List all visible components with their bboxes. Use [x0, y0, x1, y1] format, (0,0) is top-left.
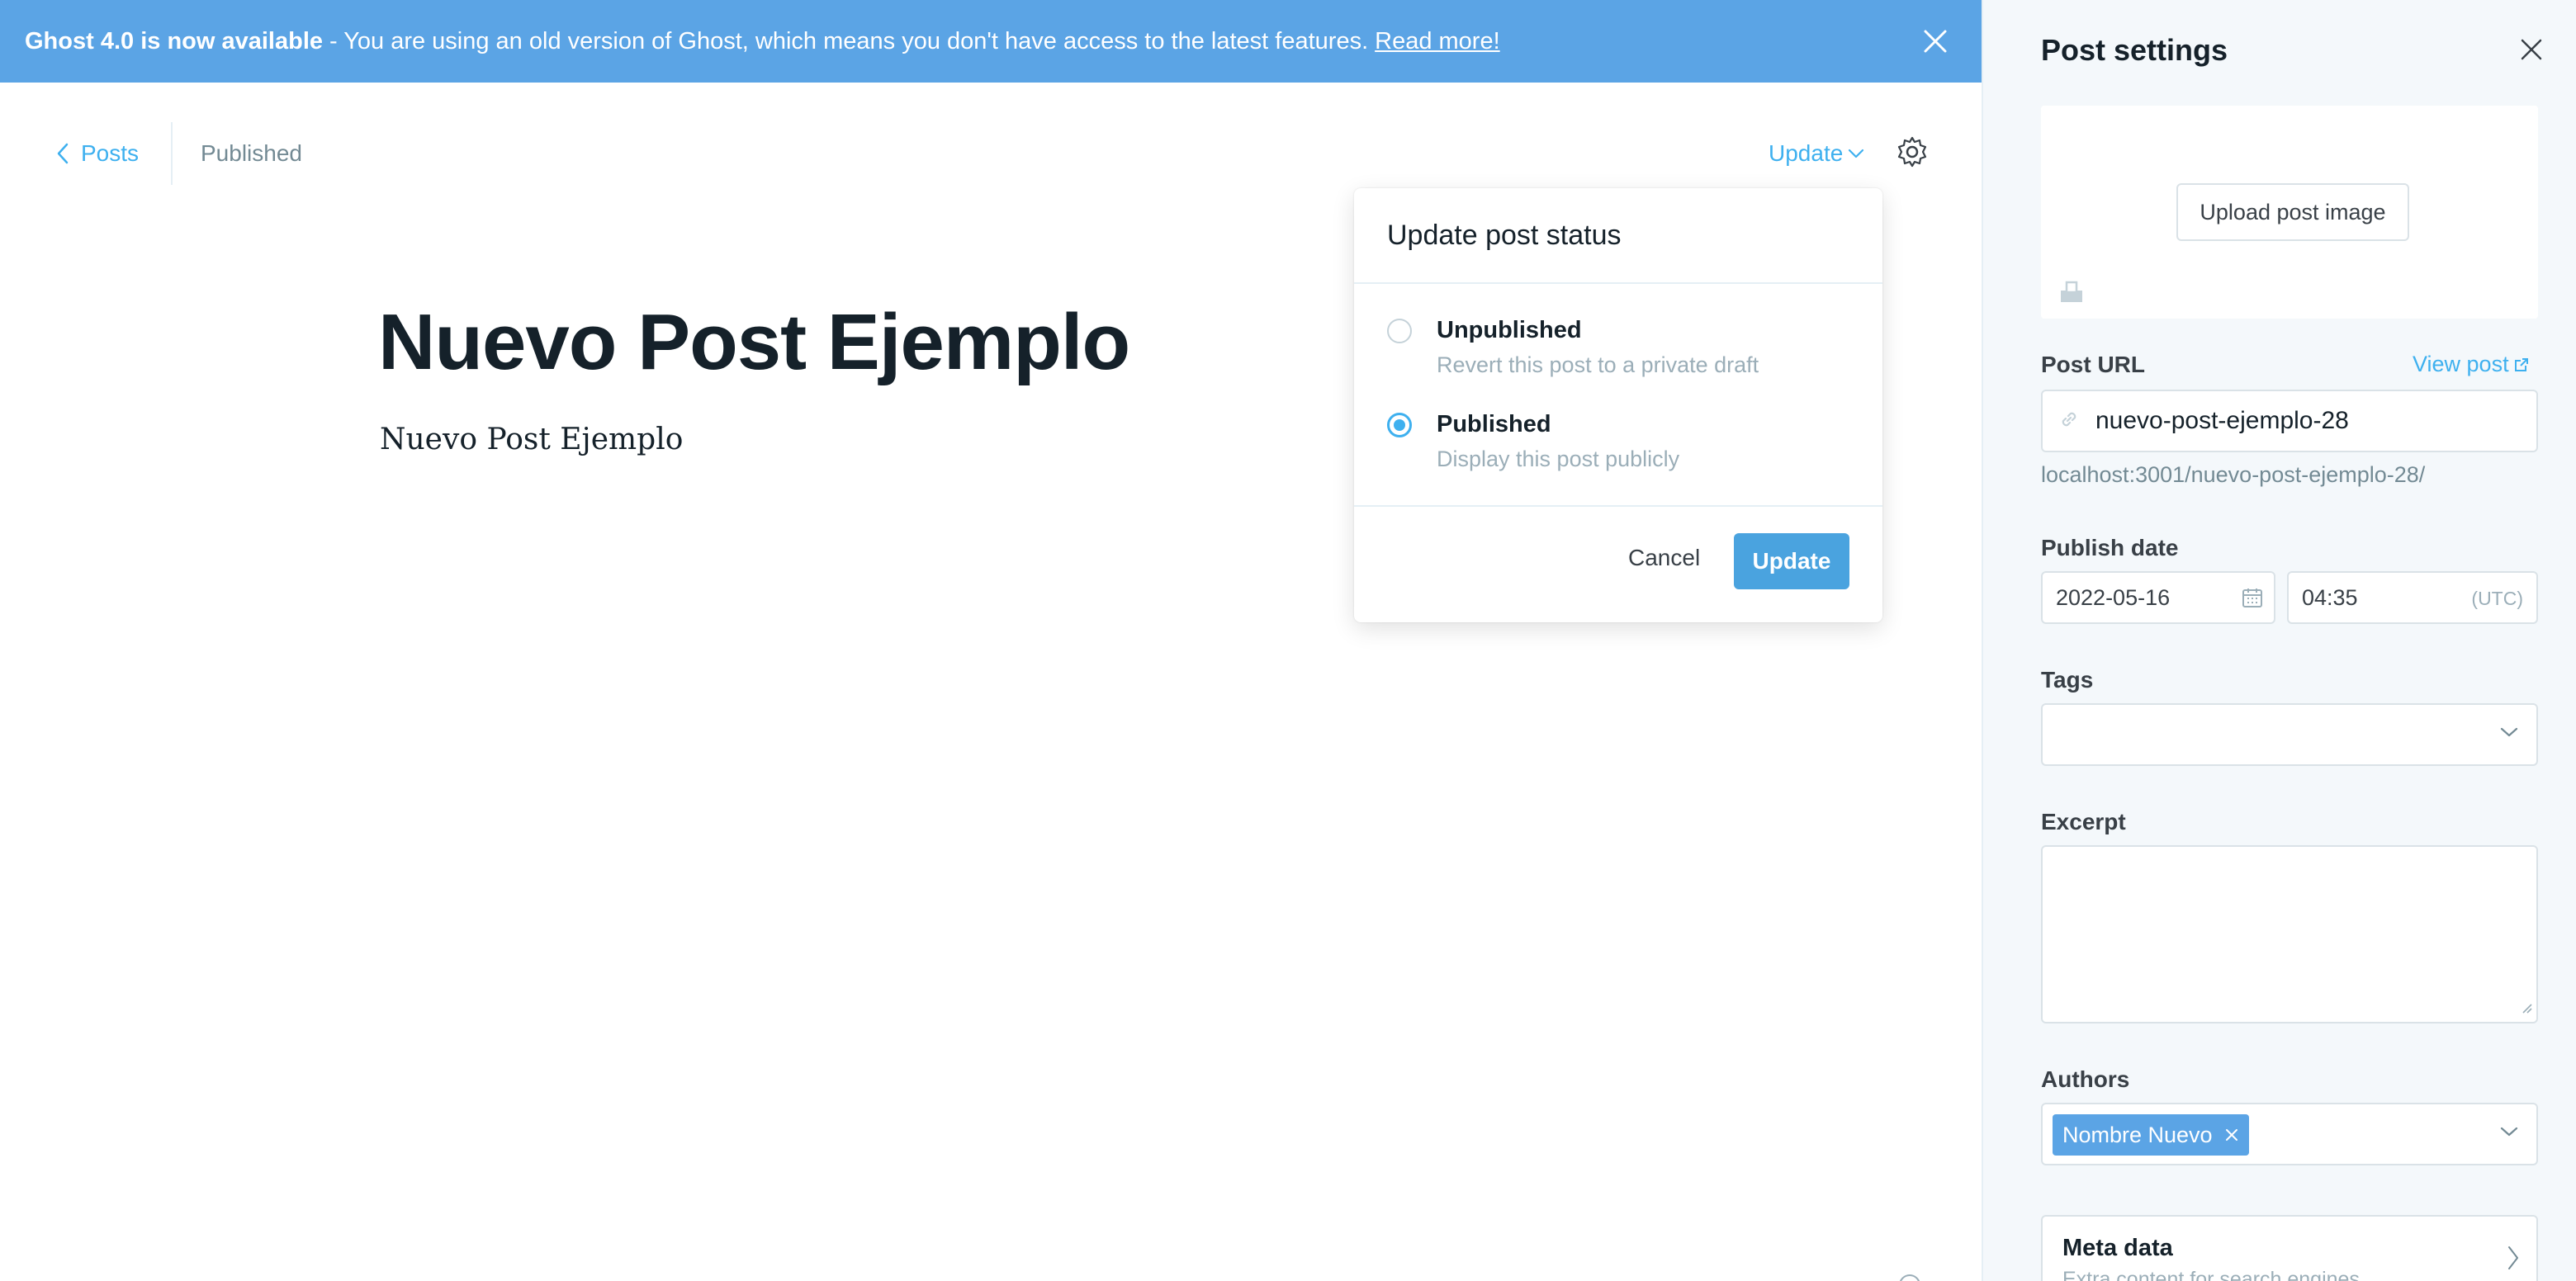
post-url-input[interactable]: nuevo-post-ejemplo-28	[2041, 390, 2538, 452]
calendar-icon[interactable]	[2241, 586, 2264, 613]
update-menu-trigger[interactable]: Update	[1769, 137, 1864, 170]
back-label: Posts	[81, 140, 140, 166]
publish-date-input[interactable]: 2022-05-16	[2041, 571, 2275, 624]
view-post-link[interactable]: View post	[2413, 352, 2529, 377]
banner-title: Ghost 4.0 is now available	[25, 27, 324, 54]
back-to-posts-link[interactable]: Posts	[56, 137, 139, 170]
panel-title: Post settings	[2041, 33, 2228, 67]
upgrade-banner: Ghost 4.0 is now available - You are usi…	[0, 0, 1982, 83]
chevron-down-icon	[1849, 149, 1864, 158]
publish-date-label: Publish date	[2041, 535, 2179, 560]
chevron-left-icon	[57, 143, 69, 164]
cancel-button[interactable]: Cancel	[1628, 545, 1700, 571]
option-unpublished[interactable]: Unpublished Revert this post to a privat…	[1387, 315, 1759, 381]
authors-label: Authors	[2041, 1066, 2130, 1092]
header-divider	[171, 122, 173, 185]
post-body[interactable]: Nuevo Post Ejemplo	[380, 423, 683, 456]
chevron-down-icon	[2500, 726, 2518, 742]
publish-time-input[interactable]: 04:35 (UTC)	[2287, 571, 2538, 624]
post-url-value: nuevo-post-ejemplo-28	[2095, 407, 2349, 434]
update-trigger-label: Update	[1769, 140, 1844, 166]
close-icon[interactable]	[2517, 35, 2546, 64]
external-link-icon	[2514, 357, 2528, 371]
option-label: Unpublished	[1437, 317, 1582, 343]
option-label: Published	[1437, 411, 1551, 437]
help-icon[interactable]	[1899, 1274, 1920, 1281]
post-status: Published	[201, 140, 302, 166]
update-button[interactable]: Update	[1734, 533, 1849, 589]
meta-data-card[interactable]: Meta data Extra content for search engin…	[2041, 1215, 2538, 1281]
remove-author-icon[interactable]	[2224, 1123, 2239, 1148]
chevron-down-icon	[2500, 1126, 2518, 1142]
chevron-right-icon	[2507, 1245, 2520, 1275]
post-title[interactable]: Nuevo Post Ejemplo	[378, 297, 1130, 388]
authors-select[interactable]: Nombre Nuevo	[2041, 1103, 2538, 1165]
tags-label: Tags	[2041, 667, 2094, 692]
post-settings-panel: Post settings Upload post image Post URL…	[1982, 0, 2576, 1281]
image-icon	[2059, 279, 2084, 304]
option-description: Display this post publicly	[1437, 447, 1680, 471]
post-url-label: Post URL	[2041, 352, 2145, 377]
link-icon	[2059, 409, 2079, 433]
date-value: 2022-05-16	[2056, 584, 2171, 610]
unpublished-radio[interactable]	[1387, 319, 1412, 343]
full-url-preview: localhost:3001/nuevo-post-ejemplo-28/	[2041, 462, 2426, 487]
timezone-label: (UTC)	[2471, 588, 2523, 609]
excerpt-textarea[interactable]	[2041, 845, 2538, 1023]
close-icon[interactable]	[1919, 25, 1952, 58]
author-token: Nombre Nuevo	[2053, 1114, 2249, 1156]
option-description: Revert this post to a private draft	[1437, 352, 1759, 377]
upload-post-image-button[interactable]: Upload post image	[2176, 183, 2409, 241]
dropdown-divider	[1354, 505, 1882, 507]
published-radio[interactable]	[1387, 413, 1412, 437]
meta-data-title: Meta data	[2062, 1235, 2173, 1261]
excerpt-label: Excerpt	[2041, 809, 2126, 834]
meta-data-description: Extra content for search engines	[2062, 1268, 2360, 1281]
time-value: 04:35	[2302, 584, 2358, 610]
tags-select[interactable]	[2041, 703, 2538, 766]
post-image-area: Upload post image	[2041, 106, 2538, 319]
banner-read-more-link[interactable]: Read more!	[1375, 28, 1500, 55]
view-post-label: View post	[2413, 352, 2509, 376]
gear-icon[interactable]	[1896, 135, 1929, 168]
author-name: Nombre Nuevo	[2062, 1122, 2213, 1147]
resize-handle-icon[interactable]	[2520, 1001, 2533, 1019]
option-published[interactable]: Published Display this post publicly	[1387, 409, 1679, 475]
banner-message: - You are using an old version of Ghost,…	[329, 27, 1369, 54]
dropdown-title: Update post status	[1354, 188, 1882, 284]
